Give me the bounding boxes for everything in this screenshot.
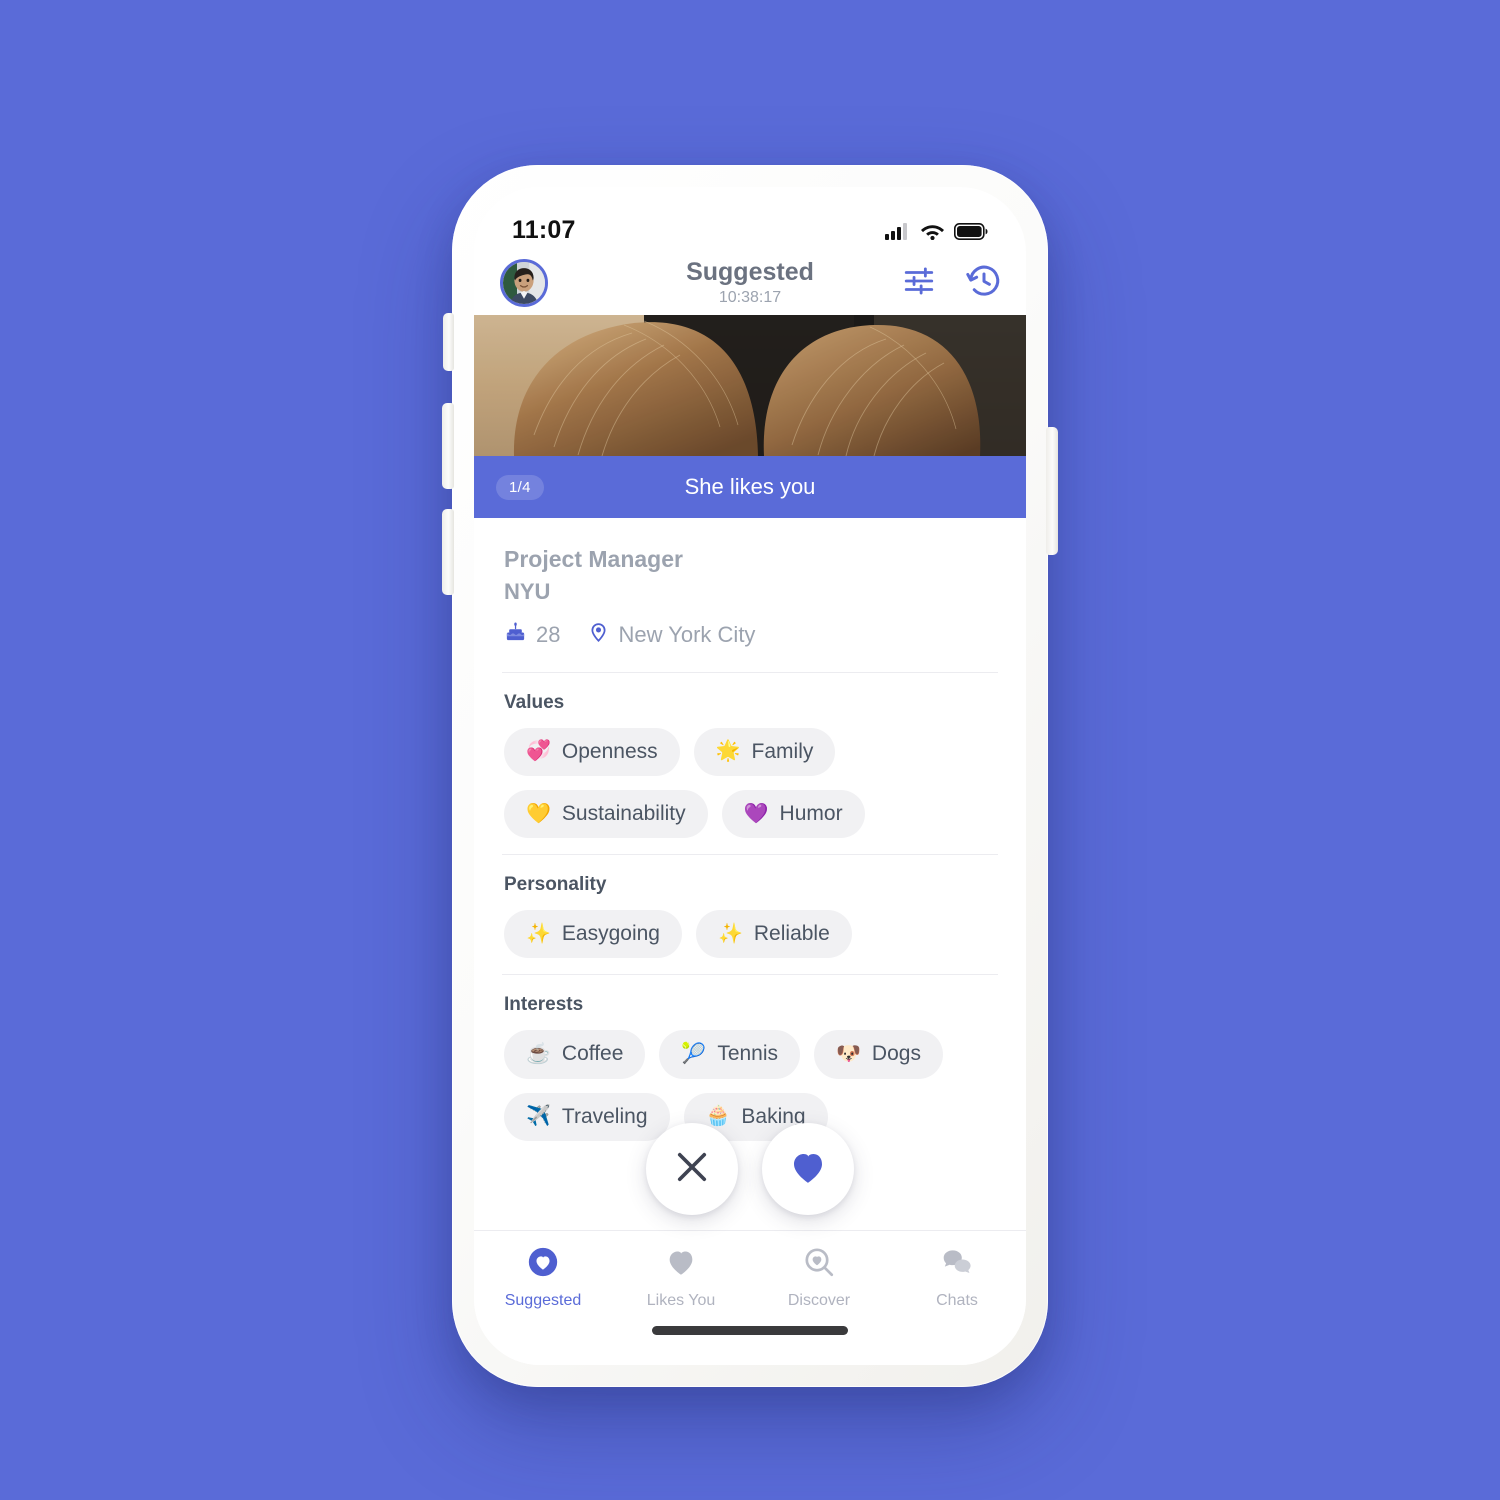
status-bar: 11:07 <box>474 187 1026 251</box>
sparkles-icon: ✨ <box>526 922 551 945</box>
chip-family[interactable]: 🌟 Family <box>693 727 836 776</box>
filter-sliders-icon[interactable] <box>902 264 936 303</box>
chip-sustainability[interactable]: 💛 Sustainability <box>504 789 708 839</box>
phone-screen: 11:07 Suggested 10:38:17 1/4 She likes y… <box>474 187 1026 1365</box>
section-personality: Personality ✨ Easygoing ✨ Reliable <box>502 855 998 974</box>
chip-label: Sustainability <box>561 801 686 825</box>
job-title: Project Manager <box>504 546 683 572</box>
volume-up-button[interactable] <box>442 403 454 489</box>
chip-openness[interactable]: 💞 Openness <box>504 727 680 776</box>
chip-label: Reliable <box>753 922 830 946</box>
chip-label: Dogs <box>871 1042 921 1066</box>
chat-bubbles-icon <box>940 1245 974 1284</box>
chip-label: Family <box>751 739 814 763</box>
avatar-photo <box>503 262 545 304</box>
purple-heart-icon: 💜 <box>743 802 769 825</box>
profile-photo-image <box>474 315 1026 456</box>
home-indicator[interactable] <box>652 1326 848 1335</box>
chip-easygoing[interactable]: ✨ Easygoing <box>504 910 682 959</box>
age-value: 28 <box>536 621 561 647</box>
location-pin-icon <box>588 620 609 650</box>
status-time: 11:07 <box>512 216 576 244</box>
bottom-nav: Suggested Likes You Discover Chats <box>474 1230 1026 1365</box>
nav-item-discover[interactable]: Discover <box>750 1245 888 1310</box>
heart-circle-icon <box>526 1245 560 1284</box>
sparkles-icon: ✨ <box>717 922 743 945</box>
nav-label-suggested: Suggested <box>504 1292 582 1309</box>
like-button[interactable] <box>762 1123 854 1215</box>
heart-icon <box>787 1146 829 1193</box>
chip-row-values: 💞 Openness 🌟 Family 💛 Sustainability 💜 H… <box>504 727 996 839</box>
birthday-cake-icon <box>504 620 527 649</box>
chip-coffee[interactable]: ☕ Coffee <box>504 1030 646 1079</box>
section-values: Values 💞 Openness 🌟 Family 💛 Sustainabil… <box>502 673 998 855</box>
avatar[interactable] <box>500 259 548 307</box>
close-x-icon <box>671 1146 713 1193</box>
glowing-star-icon: 🌟 <box>715 740 741 763</box>
location-value: New York City <box>618 621 756 647</box>
app-header: Suggested 10:38:17 <box>474 251 1026 315</box>
nav-label-chats: Chats <box>936 1292 978 1309</box>
chip-label: Easygoing <box>561 922 660 946</box>
likes-you-banner: 1/4 She likes you <box>474 456 1026 518</box>
pass-button[interactable] <box>646 1123 738 1215</box>
header-actions <box>902 263 1002 304</box>
yellow-heart-icon: 💛 <box>526 802 551 825</box>
battery-icon <box>954 222 988 245</box>
nav-label-likes-you: Likes You <box>646 1292 716 1309</box>
section-title-values: Values <box>504 691 565 713</box>
profile-basics: Project Manager NYU 28 New York City <box>502 518 998 672</box>
chip-label: Tennis <box>717 1042 779 1066</box>
photo-counter: 1/4 <box>496 474 544 500</box>
section-title-interests: Interests <box>504 994 584 1016</box>
status-icons <box>885 222 988 245</box>
volume-down-button[interactable] <box>442 509 454 595</box>
search-heart-icon <box>802 1245 836 1284</box>
power-button[interactable] <box>1046 427 1058 555</box>
phone-frame: 11:07 Suggested 10:38:17 1/4 She likes y… <box>442 165 1058 1387</box>
profile-meta: 28 New York City <box>504 620 996 650</box>
nav-item-suggested[interactable]: Suggested <box>474 1245 612 1310</box>
school: NYU <box>504 579 551 605</box>
nav-item-likes-you[interactable]: Likes You <box>612 1245 750 1310</box>
chip-label: Humor <box>779 801 843 825</box>
section-title-personality: Personality <box>504 874 607 896</box>
chip-tennis[interactable]: 🎾 Tennis <box>659 1030 801 1079</box>
chip-label: Coffee <box>561 1042 624 1066</box>
nav-label-discover: Discover <box>787 1292 851 1309</box>
history-clock-icon[interactable] <box>966 263 1002 304</box>
chip-row-personality: ✨ Easygoing ✨ Reliable <box>504 910 996 959</box>
chip-label: Openness <box>561 739 658 763</box>
tennis-ball-icon: 🎾 <box>681 1043 707 1066</box>
sparkling-hearts-icon: 💞 <box>526 740 551 763</box>
action-buttons <box>474 1123 1026 1215</box>
chip-reliable[interactable]: ✨ Reliable <box>695 910 852 959</box>
cellular-signal-icon <box>885 222 911 245</box>
nav-item-chats[interactable]: Chats <box>888 1245 1026 1310</box>
coffee-icon: ☕ <box>526 1043 551 1066</box>
chip-dogs[interactable]: 🐶 Dogs <box>814 1030 943 1079</box>
wifi-icon <box>920 222 945 245</box>
likes-banner-text: She likes you <box>684 474 816 499</box>
silence-switch[interactable] <box>443 313 454 371</box>
dog-face-icon: 🐶 <box>836 1043 861 1066</box>
heart-icon <box>664 1245 698 1284</box>
profile-photo[interactable] <box>474 315 1026 456</box>
chip-humor[interactable]: 💜 Humor <box>721 789 865 839</box>
